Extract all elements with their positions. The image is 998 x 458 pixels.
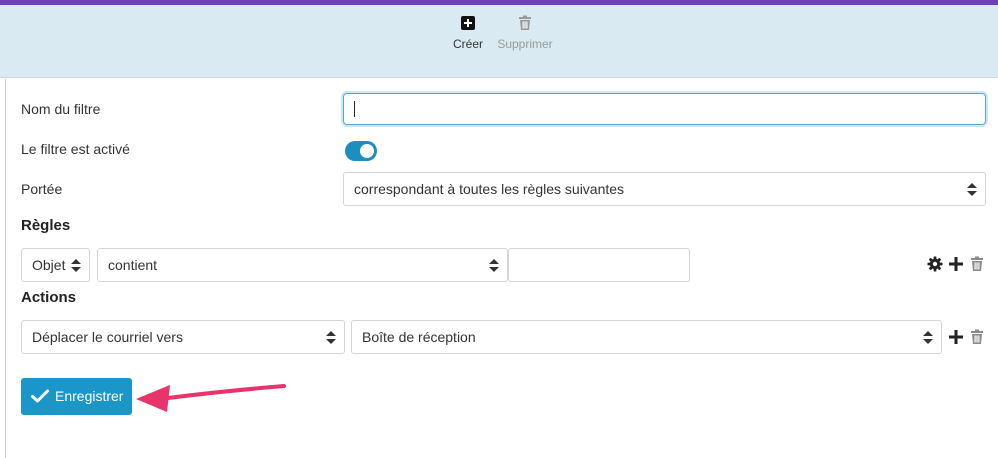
delete-rule-trash-icon[interactable] <box>969 256 985 272</box>
create-button[interactable]: Créer <box>448 15 488 51</box>
plus-square-icon <box>461 16 475 30</box>
rule-field-select[interactable]: Objet <box>21 248 90 282</box>
annotation-arrow <box>136 384 286 412</box>
text-caret <box>354 101 355 117</box>
action-type-value: Déplacer le courriel vers <box>32 329 183 345</box>
delete-label: Supprimer <box>497 37 553 51</box>
filter-name-input[interactable] <box>343 93 986 125</box>
rule-operator-select[interactable]: contient <box>97 248 508 282</box>
save-button-label: Enregistrer <box>55 388 124 404</box>
action-type-select[interactable]: Déplacer le courriel vers <box>21 320 345 354</box>
updown-chevron-icon <box>923 331 933 344</box>
action-target-select[interactable]: Boîte de réception <box>351 320 942 354</box>
scope-label: Portée <box>21 181 63 197</box>
filter-active-toggle[interactable] <box>345 141 377 161</box>
updown-chevron-icon <box>71 259 81 272</box>
add-rule-plus-icon[interactable] <box>948 256 964 272</box>
trash-icon <box>519 15 531 30</box>
delete-action-trash-icon[interactable] <box>969 329 985 345</box>
toolbar: Créer Supprimer <box>0 5 998 78</box>
toggle-knob <box>360 144 374 158</box>
delete-button[interactable]: Supprimer <box>492 15 558 51</box>
rule-value-input[interactable] <box>508 248 690 282</box>
updown-chevron-icon <box>489 259 499 272</box>
actions-title: Actions <box>21 289 77 306</box>
checkmark-icon <box>31 389 49 403</box>
filter-name-label: Nom du filtre <box>21 101 101 117</box>
action-target-value: Boîte de réception <box>362 329 476 345</box>
rule-field-value: Objet <box>32 257 66 273</box>
add-action-plus-icon[interactable] <box>948 329 964 345</box>
filter-active-label: Le filtre est activé <box>21 141 130 157</box>
scope-select-value: correspondant à toutes les règles suivan… <box>354 181 625 197</box>
save-button[interactable]: Enregistrer <box>21 378 132 415</box>
rule-operator-value: contient <box>108 257 158 273</box>
scope-select[interactable]: correspondant à toutes les règles suivan… <box>343 172 986 206</box>
updown-chevron-icon <box>967 183 977 196</box>
rules-title: Règles <box>21 217 71 234</box>
updown-chevron-icon <box>326 331 336 344</box>
filter-form: Nom du filtre Le filtre est activé Porté… <box>5 79 998 458</box>
create-label: Créer <box>452 37 483 51</box>
gear-icon[interactable] <box>927 256 943 272</box>
